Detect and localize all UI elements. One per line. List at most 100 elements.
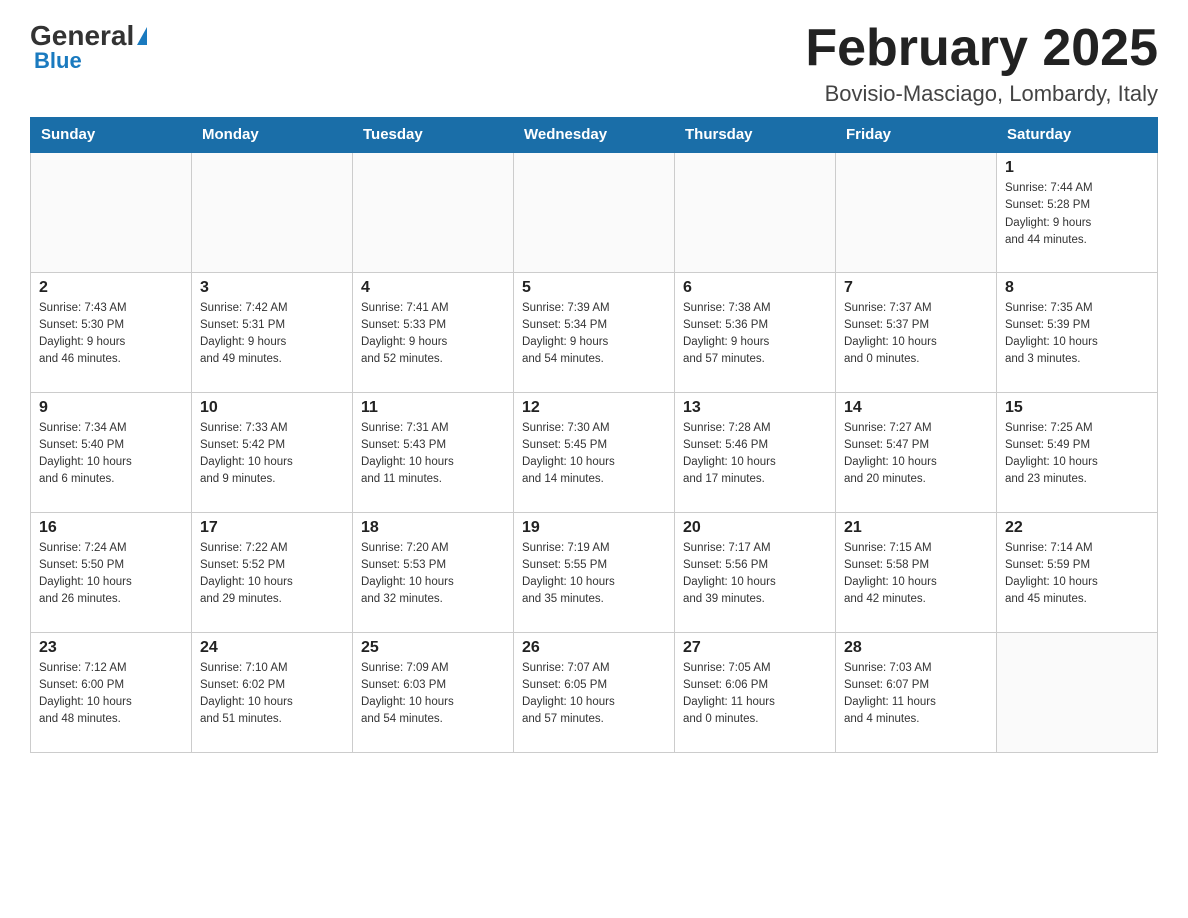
- title-block: February 2025 Bovisio-Masciago, Lombardy…: [805, 20, 1158, 107]
- day-number: 6: [683, 279, 827, 297]
- calendar-cell: 5 Sunrise: 7:39 AM Sunset: 5:34 PM Daylig…: [514, 272, 675, 392]
- calendar-cell: [675, 152, 836, 272]
- day-number: 11: [361, 399, 505, 417]
- day-number: 16: [39, 519, 183, 537]
- day-number: 28: [844, 639, 988, 657]
- calendar-cell: 6 Sunrise: 7:38 AM Sunset: 5:36 PM Daylig…: [675, 272, 836, 392]
- day-number: 8: [1005, 279, 1149, 297]
- day-info: Sunrise: 7:15 AM Sunset: 5:58 PM Dayligh…: [844, 540, 988, 609]
- calendar-cell: 9 Sunrise: 7:34 AM Sunset: 5:40 PM Daylig…: [31, 392, 192, 512]
- calendar-table: SundayMondayTuesdayWednesdayThursdayFrid…: [30, 117, 1158, 753]
- weekday-header-saturday: Saturday: [997, 118, 1158, 153]
- day-number: 26: [522, 639, 666, 657]
- calendar-week-row: 23 Sunrise: 7:12 AM Sunset: 6:00 PM Dayli…: [31, 632, 1158, 752]
- calendar-cell: 20 Sunrise: 7:17 AM Sunset: 5:56 PM Dayli…: [675, 512, 836, 632]
- day-number: 18: [361, 519, 505, 537]
- calendar-cell: 19 Sunrise: 7:19 AM Sunset: 5:55 PM Dayli…: [514, 512, 675, 632]
- day-number: 15: [1005, 399, 1149, 417]
- day-info: Sunrise: 7:05 AM Sunset: 6:06 PM Dayligh…: [683, 660, 827, 729]
- day-info: Sunrise: 7:24 AM Sunset: 5:50 PM Dayligh…: [39, 540, 183, 609]
- calendar-cell: 22 Sunrise: 7:14 AM Sunset: 5:59 PM Dayli…: [997, 512, 1158, 632]
- day-info: Sunrise: 7:17 AM Sunset: 5:56 PM Dayligh…: [683, 540, 827, 609]
- day-number: 2: [39, 279, 183, 297]
- page-header: General Blue February 2025 Bovisio-Masci…: [30, 20, 1158, 107]
- day-info: Sunrise: 7:03 AM Sunset: 6:07 PM Dayligh…: [844, 660, 988, 729]
- day-info: Sunrise: 7:39 AM Sunset: 5:34 PM Dayligh…: [522, 300, 666, 369]
- calendar-cell: [353, 152, 514, 272]
- calendar-cell: 26 Sunrise: 7:07 AM Sunset: 6:05 PM Dayli…: [514, 632, 675, 752]
- calendar-cell: 3 Sunrise: 7:42 AM Sunset: 5:31 PM Daylig…: [192, 272, 353, 392]
- calendar-cell: 4 Sunrise: 7:41 AM Sunset: 5:33 PM Daylig…: [353, 272, 514, 392]
- calendar-cell: [31, 152, 192, 272]
- day-number: 24: [200, 639, 344, 657]
- day-info: Sunrise: 7:07 AM Sunset: 6:05 PM Dayligh…: [522, 660, 666, 729]
- day-info: Sunrise: 7:41 AM Sunset: 5:33 PM Dayligh…: [361, 300, 505, 369]
- logo-blue-subtitle: Blue: [34, 48, 82, 74]
- day-number: 23: [39, 639, 183, 657]
- calendar-cell: 21 Sunrise: 7:15 AM Sunset: 5:58 PM Dayli…: [836, 512, 997, 632]
- day-number: 13: [683, 399, 827, 417]
- calendar-week-row: 1Sunrise: 7:44 AM Sunset: 5:28 PM Daylig…: [31, 152, 1158, 272]
- calendar-cell: [192, 152, 353, 272]
- day-number: 19: [522, 519, 666, 537]
- calendar-cell: 14 Sunrise: 7:27 AM Sunset: 5:47 PM Dayli…: [836, 392, 997, 512]
- calendar-cell: 13 Sunrise: 7:28 AM Sunset: 5:46 PM Dayli…: [675, 392, 836, 512]
- day-info: Sunrise: 7:09 AM Sunset: 6:03 PM Dayligh…: [361, 660, 505, 729]
- calendar-cell: 28 Sunrise: 7:03 AM Sunset: 6:07 PM Dayli…: [836, 632, 997, 752]
- day-info: Sunrise: 7:12 AM Sunset: 6:00 PM Dayligh…: [39, 660, 183, 729]
- month-title: February 2025: [805, 20, 1158, 77]
- day-number: 4: [361, 279, 505, 297]
- calendar-cell: [514, 152, 675, 272]
- calendar-cell: 25 Sunrise: 7:09 AM Sunset: 6:03 PM Dayli…: [353, 632, 514, 752]
- weekday-header-friday: Friday: [836, 118, 997, 153]
- logo: General Blue: [30, 20, 147, 74]
- calendar-cell: 12 Sunrise: 7:30 AM Sunset: 5:45 PM Dayli…: [514, 392, 675, 512]
- weekday-header-row: SundayMondayTuesdayWednesdayThursdayFrid…: [31, 118, 1158, 153]
- calendar-cell: [836, 152, 997, 272]
- day-number: 25: [361, 639, 505, 657]
- day-number: 14: [844, 399, 988, 417]
- calendar-cell: [997, 632, 1158, 752]
- day-info: Sunrise: 7:30 AM Sunset: 5:45 PM Dayligh…: [522, 420, 666, 489]
- calendar-cell: 27 Sunrise: 7:05 AM Sunset: 6:06 PM Dayli…: [675, 632, 836, 752]
- day-info: Sunrise: 7:19 AM Sunset: 5:55 PM Dayligh…: [522, 540, 666, 609]
- weekday-header-tuesday: Tuesday: [353, 118, 514, 153]
- day-info: Sunrise: 7:38 AM Sunset: 5:36 PM Dayligh…: [683, 300, 827, 369]
- day-info: Sunrise: 7:25 AM Sunset: 5:49 PM Dayligh…: [1005, 420, 1149, 489]
- day-number: 10: [200, 399, 344, 417]
- calendar-cell: 18 Sunrise: 7:20 AM Sunset: 5:53 PM Dayli…: [353, 512, 514, 632]
- calendar-cell: 1Sunrise: 7:44 AM Sunset: 5:28 PM Daylig…: [997, 152, 1158, 272]
- logo-triangle-icon: [137, 27, 147, 45]
- day-info: Sunrise: 7:14 AM Sunset: 5:59 PM Dayligh…: [1005, 540, 1149, 609]
- day-number: 22: [1005, 519, 1149, 537]
- weekday-header-sunday: Sunday: [31, 118, 192, 153]
- calendar-week-row: 2 Sunrise: 7:43 AM Sunset: 5:30 PM Daylig…: [31, 272, 1158, 392]
- calendar-week-row: 16 Sunrise: 7:24 AM Sunset: 5:50 PM Dayli…: [31, 512, 1158, 632]
- day-number: 21: [844, 519, 988, 537]
- day-number: 5: [522, 279, 666, 297]
- day-number: 12: [522, 399, 666, 417]
- day-info: Sunrise: 7:33 AM Sunset: 5:42 PM Dayligh…: [200, 420, 344, 489]
- calendar-cell: 10 Sunrise: 7:33 AM Sunset: 5:42 PM Dayli…: [192, 392, 353, 512]
- day-number: 20: [683, 519, 827, 537]
- day-number: 27: [683, 639, 827, 657]
- day-info: Sunrise: 7:35 AM Sunset: 5:39 PM Dayligh…: [1005, 300, 1149, 369]
- day-info: Sunrise: 7:34 AM Sunset: 5:40 PM Dayligh…: [39, 420, 183, 489]
- weekday-header-monday: Monday: [192, 118, 353, 153]
- day-info: Sunrise: 7:42 AM Sunset: 5:31 PM Dayligh…: [200, 300, 344, 369]
- day-info: Sunrise: 7:20 AM Sunset: 5:53 PM Dayligh…: [361, 540, 505, 609]
- day-info: Sunrise: 7:28 AM Sunset: 5:46 PM Dayligh…: [683, 420, 827, 489]
- day-info: Sunrise: 7:27 AM Sunset: 5:47 PM Dayligh…: [844, 420, 988, 489]
- day-info: Sunrise: 7:31 AM Sunset: 5:43 PM Dayligh…: [361, 420, 505, 489]
- calendar-cell: 15 Sunrise: 7:25 AM Sunset: 5:49 PM Dayli…: [997, 392, 1158, 512]
- weekday-header-thursday: Thursday: [675, 118, 836, 153]
- calendar-cell: 7 Sunrise: 7:37 AM Sunset: 5:37 PM Daylig…: [836, 272, 997, 392]
- day-info: Sunrise: 7:10 AM Sunset: 6:02 PM Dayligh…: [200, 660, 344, 729]
- location-title: Bovisio-Masciago, Lombardy, Italy: [805, 81, 1158, 107]
- day-info: Sunrise: 7:22 AM Sunset: 5:52 PM Dayligh…: [200, 540, 344, 609]
- day-info: Sunrise: 7:37 AM Sunset: 5:37 PM Dayligh…: [844, 300, 988, 369]
- day-number: 9: [39, 399, 183, 417]
- day-info: Sunrise: 7:43 AM Sunset: 5:30 PM Dayligh…: [39, 300, 183, 369]
- day-number: 7: [844, 279, 988, 297]
- day-number: 3: [200, 279, 344, 297]
